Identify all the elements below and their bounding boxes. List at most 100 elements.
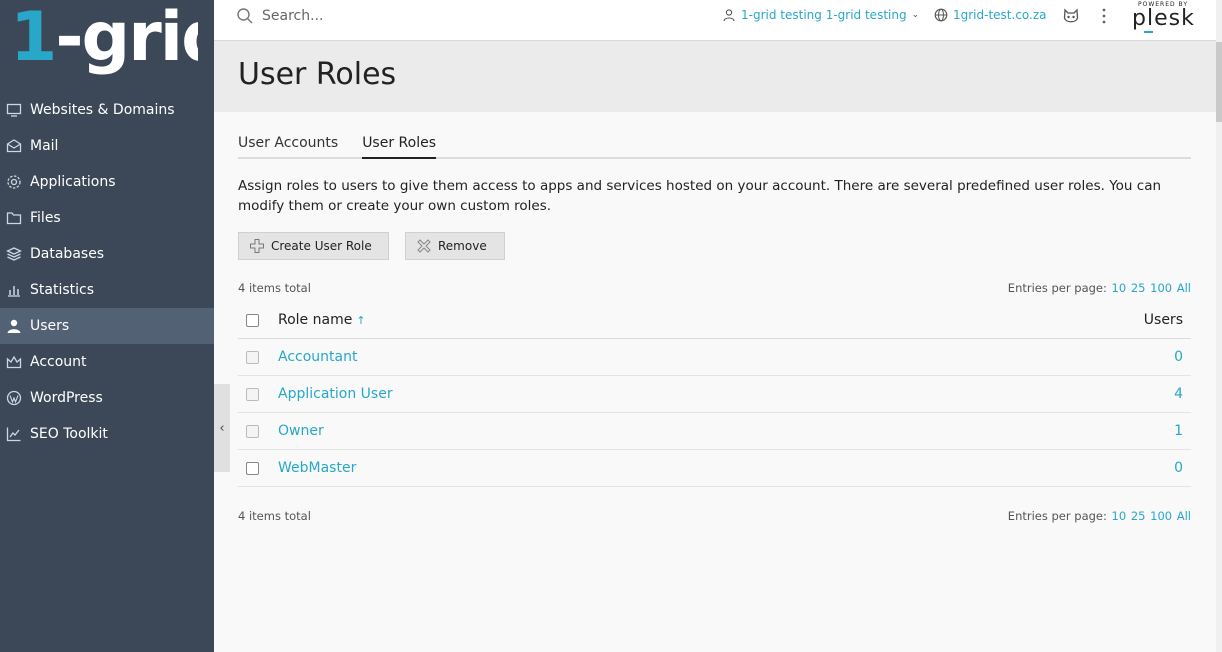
sidebar-item-label: Websites & Domains: [30, 102, 175, 118]
role-users-count[interactable]: 0: [1174, 460, 1183, 476]
column-role-name-label: Role name: [278, 312, 353, 328]
title-area: User Roles: [214, 41, 1216, 112]
domain-label: 1grid-test.co.za: [953, 8, 1047, 22]
monitor-icon: [6, 102, 22, 118]
sidebar-item-websites-domains[interactable]: Websites & Domains: [0, 92, 214, 128]
sidebar-item-label: Mail: [30, 138, 59, 154]
more-vertical-icon[interactable]: [1100, 7, 1108, 25]
create-user-role-button[interactable]: Create User Role: [238, 232, 389, 260]
remove-x-icon: [417, 239, 431, 253]
role-name-link[interactable]: Owner: [278, 423, 324, 439]
entries-option-25[interactable]: 25: [1131, 509, 1146, 523]
row-checkbox[interactable]: [246, 387, 259, 401]
role-name-link[interactable]: Application User: [278, 386, 393, 402]
items-total: 4 items total: [238, 281, 311, 295]
row-checkbox[interactable]: [246, 424, 259, 438]
plesk-logo: POWERED BY plesk: [1132, 0, 1194, 36]
sidebar-nav: Websites & Domains Mail Applications Fil…: [0, 92, 214, 452]
wordpress-icon: [6, 390, 22, 406]
mail-icon: [6, 138, 22, 154]
table-row: WebMaster 0: [238, 450, 1191, 487]
search-box: [236, 7, 562, 25]
entries-option-100[interactable]: 100: [1150, 281, 1172, 295]
sidebar-item-databases[interactable]: Databases: [0, 236, 214, 272]
page-title: User Roles: [238, 57, 397, 92]
table-row: Accountant 0: [238, 339, 1191, 376]
user-menu-label: 1-grid testing 1-grid testing: [741, 8, 907, 22]
domain-selector[interactable]: 1grid-test.co.za: [934, 8, 1047, 22]
sidebar-item-account[interactable]: Account: [0, 344, 214, 380]
user-outline-icon: [723, 9, 735, 22]
entries-per-page: Entries per page: 10 25 100 All: [1008, 509, 1191, 523]
tab-user-accounts[interactable]: User Accounts: [238, 132, 338, 159]
role-users-count[interactable]: 1: [1174, 423, 1183, 439]
page-description: Assign roles to users to give them acces…: [238, 178, 1162, 214]
scrollbar-thumb[interactable]: [1216, 42, 1222, 122]
remove-button[interactable]: Remove: [405, 232, 505, 260]
entries-option-10[interactable]: 10: [1112, 509, 1127, 523]
table-row: Application User 4: [238, 376, 1191, 413]
sidebar-item-mail[interactable]: Mail: [0, 128, 214, 164]
entries-label: Entries per page:: [1007, 281, 1107, 295]
entries-option-all[interactable]: All: [1177, 281, 1191, 295]
sidebar-item-applications[interactable]: Applications: [0, 164, 214, 200]
sidebar-item-files[interactable]: Files: [0, 200, 214, 236]
sidebar-item-label: Applications: [30, 174, 116, 190]
entries-label: Entries per page:: [1007, 509, 1107, 523]
sidebar-item-label: Users: [30, 318, 70, 334]
sidebar-item-label: Files: [30, 210, 61, 226]
user-menu[interactable]: 1-grid testing 1-grid testing ⌄: [722, 8, 919, 22]
sidebar: 1-grid Websites & Domains Mail Applicati…: [0, 0, 214, 652]
sidebar-item-seo-toolkit[interactable]: SEO Toolkit: [0, 416, 214, 452]
globe-icon: [934, 8, 948, 22]
chevron-down-icon: ⌄: [911, 10, 920, 20]
list-meta-bottom: 4 items total Entries per page: 10 25 10…: [238, 509, 1191, 523]
search-input[interactable]: [262, 8, 562, 24]
brand-logo[interactable]: 1-grid: [8, 0, 198, 86]
plesk-underline: [1144, 31, 1153, 33]
page-scrollbar[interactable]: [1216, 0, 1222, 652]
role-name-link[interactable]: WebMaster: [278, 460, 356, 476]
entries-option-25[interactable]: 25: [1131, 281, 1146, 295]
sort-asc-icon: ↑: [356, 314, 366, 327]
crown-icon: [6, 354, 22, 370]
select-all-checkbox[interactable]: [246, 313, 259, 327]
row-checkbox[interactable]: [246, 350, 259, 364]
entries-option-100[interactable]: 100: [1150, 509, 1172, 523]
items-total: 4 items total: [238, 509, 311, 523]
role-users-count[interactable]: 4: [1174, 386, 1183, 402]
plus-icon: [250, 239, 264, 253]
roles-table: Role name ↑ Users Accountant 0 Applicatio…: [238, 302, 1191, 487]
sidebar-item-wordpress[interactable]: WordPress: [0, 380, 214, 416]
table-row: Owner 1: [238, 413, 1191, 450]
remove-label: Remove: [438, 239, 487, 253]
database-icon: [6, 246, 22, 262]
chevron-left-icon: ‹: [219, 420, 225, 436]
tab-user-roles[interactable]: User Roles: [362, 132, 437, 159]
svg-text:1-grid: 1-grid: [10, 0, 198, 77]
create-user-role-label: Create User Role: [271, 239, 372, 253]
column-users: Users: [1143, 312, 1183, 328]
sidebar-item-label: Databases: [30, 246, 105, 262]
role-users-count[interactable]: 0: [1174, 349, 1183, 365]
entries-option-10[interactable]: 10: [1112, 281, 1127, 295]
role-name-link[interactable]: Accountant: [278, 349, 357, 365]
top-bar: 1-grid testing 1-grid testing ⌄ 1grid-te…: [214, 0, 1216, 41]
entries-per-page: Entries per page: 10 25 100 All: [1008, 281, 1191, 295]
sidebar-collapse-handle[interactable]: ‹: [214, 384, 230, 472]
table-header: Role name ↑ Users: [238, 302, 1191, 339]
sidebar-item-label: WordPress: [30, 390, 103, 406]
sidebar-item-label: SEO Toolkit: [30, 426, 108, 442]
sidebar-item-label: Statistics: [30, 282, 94, 298]
cat-face-icon[interactable]: [1062, 7, 1080, 25]
entries-option-all[interactable]: All: [1177, 509, 1191, 523]
list-meta-top: 4 items total Entries per page: 10 25 10…: [238, 281, 1191, 295]
bar-chart-icon: [6, 282, 22, 298]
sidebar-item-statistics[interactable]: Statistics: [0, 272, 214, 308]
row-checkbox[interactable]: [246, 461, 259, 475]
column-role-name[interactable]: Role name ↑: [278, 312, 366, 328]
tabs: User Accounts User Roles: [238, 132, 1191, 159]
sidebar-item-users[interactable]: Users: [0, 308, 214, 344]
seo-chart-icon: [6, 426, 22, 442]
folder-icon: [6, 210, 22, 226]
